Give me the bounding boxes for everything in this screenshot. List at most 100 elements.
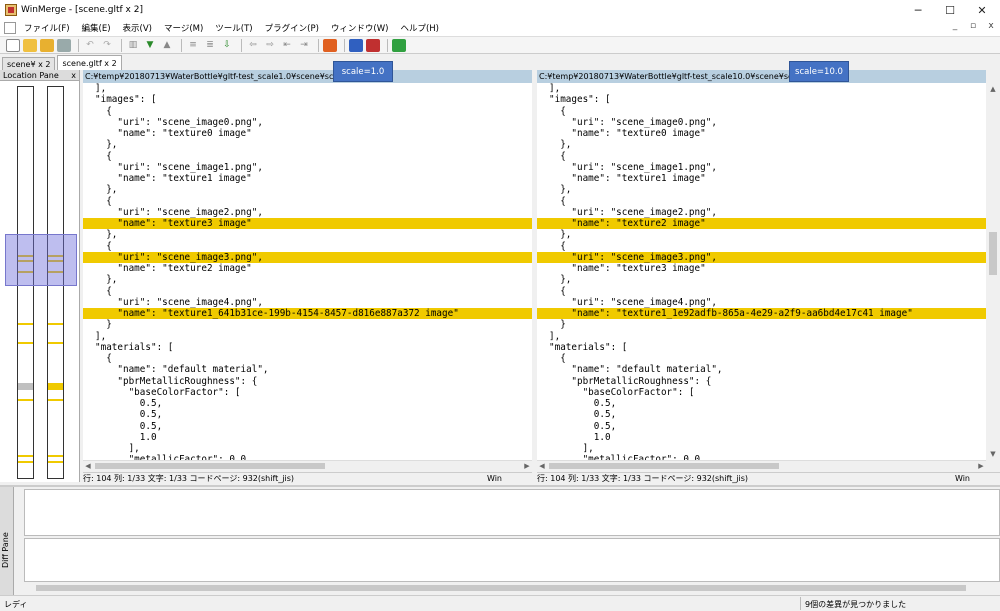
tab-scene-folder[interactable]: scene¥ x 2 <box>2 57 56 70</box>
code-line[interactable]: ], <box>537 83 986 94</box>
code-line[interactable]: { <box>537 151 986 162</box>
mdi-minimize-button[interactable]: _ <box>948 21 962 31</box>
code-line[interactable]: "uri": "scene_image2.png", <box>83 207 532 218</box>
code-line[interactable]: }, <box>537 229 986 240</box>
last-diff-icon[interactable]: ⇩ <box>220 39 234 52</box>
code-line[interactable]: "name": "texture0 image" <box>537 128 986 139</box>
code-line[interactable]: "pbrMetallicRoughness": { <box>537 376 986 387</box>
code-line[interactable]: { <box>537 353 986 364</box>
compare-icon[interactable]: ▥ <box>126 39 140 52</box>
prev-diff-icon[interactable]: ▲ <box>160 39 174 52</box>
code-line[interactable]: "name": "texture0 image" <box>83 128 532 139</box>
code-line[interactable]: "name": "texture2 image" <box>83 263 532 274</box>
menu-edit[interactable]: 編集(E) <box>76 22 117 34</box>
menu-help[interactable]: ヘルプ(H) <box>394 22 445 34</box>
plugin-icon[interactable] <box>349 38 363 52</box>
code-line[interactable]: "uri": "scene_image4.png", <box>537 297 986 308</box>
code-line[interactable]: "images": [ <box>537 94 986 105</box>
left-code-view[interactable]: ], "images": [ { "uri": "scene_image0.png… <box>83 83 532 460</box>
diff-pane-scroll-thumb[interactable] <box>36 585 966 591</box>
code-line[interactable]: }, <box>83 139 532 150</box>
diff-pane-right[interactable] <box>24 538 1000 582</box>
code-line[interactable]: } <box>537 319 986 330</box>
code-line[interactable]: { <box>537 286 986 297</box>
right-scroll-thumb[interactable] <box>549 463 779 469</box>
document-icon[interactable] <box>4 22 16 34</box>
left-horizontal-scrollbar[interactable]: ◀ ▶ <box>83 460 532 470</box>
code-line[interactable]: 1.0 <box>537 432 986 443</box>
code-line[interactable]: "name": "texture1_641b31ce-199b-4154-845… <box>83 308 532 319</box>
tab-scene-gltf[interactable]: scene.gltf x 2 <box>57 55 122 70</box>
diff-pane-scrollbar[interactable] <box>24 582 1000 593</box>
mdi-restore-button[interactable]: ▫ <box>966 21 980 31</box>
code-line[interactable]: "name": "texture3 image" <box>537 263 986 274</box>
redo-icon[interactable]: ↷ <box>100 39 114 52</box>
location-pane[interactable]: Location Pane x <box>0 70 80 482</box>
code-line[interactable]: "baseColorFactor": [ <box>537 387 986 398</box>
diff-pane-left[interactable] <box>24 489 1000 536</box>
code-line[interactable]: "name": "default material", <box>537 364 986 375</box>
menu-view[interactable]: 表示(V) <box>117 22 158 34</box>
code-line[interactable]: 0.5, <box>537 398 986 409</box>
code-line[interactable]: "images": [ <box>83 94 532 105</box>
options-icon[interactable] <box>323 38 337 52</box>
code-line[interactable]: 0.5, <box>83 409 532 420</box>
code-line[interactable]: "baseColorFactor": [ <box>83 387 532 398</box>
code-line[interactable]: "uri": "scene_image3.png", <box>537 251 986 263</box>
code-line[interactable]: "uri": "scene_image4.png", <box>83 297 532 308</box>
code-line[interactable]: { <box>83 241 532 252</box>
code-line[interactable]: }, <box>83 274 532 285</box>
new-icon[interactable] <box>6 38 20 52</box>
copy-right-advance-icon[interactable]: ⇥ <box>297 39 311 52</box>
code-line[interactable]: 0.5, <box>83 398 532 409</box>
code-line[interactable]: { <box>83 353 532 364</box>
copy-right-icon[interactable]: ⇨ <box>263 39 277 52</box>
mdi-close-button[interactable]: x <box>984 21 998 31</box>
code-line[interactable]: "name": "texture1 image" <box>537 173 986 184</box>
right-file-pane[interactable]: C:¥temp¥20180713¥WaterBottle¥gltf-test_s… <box>537 70 986 470</box>
code-line[interactable]: "name": "texture3 image" <box>83 218 532 229</box>
undo-icon[interactable]: ↶ <box>83 39 97 52</box>
code-line[interactable]: { <box>83 106 532 117</box>
code-line[interactable]: ], <box>83 83 532 94</box>
menu-merge[interactable]: マージ(M) <box>158 22 209 34</box>
refresh-icon[interactable] <box>392 38 406 52</box>
scroll-right-arrow[interactable]: ▶ <box>976 461 986 470</box>
code-line[interactable]: { <box>537 241 986 252</box>
plugin-settings-icon[interactable] <box>366 38 380 52</box>
code-line[interactable]: "materials": [ <box>83 342 532 353</box>
code-line[interactable]: { <box>83 196 532 207</box>
code-line[interactable]: }, <box>537 184 986 195</box>
diff-pane[interactable]: Diff Pane <box>0 485 1000 595</box>
copy-left-icon[interactable]: ⇦ <box>246 39 260 52</box>
winmerge-app-icon[interactable] <box>5 4 17 16</box>
code-line[interactable]: ], <box>537 443 986 454</box>
vertical-scroll-thumb[interactable] <box>989 232 997 275</box>
code-line[interactable]: 0.5, <box>83 421 532 432</box>
scroll-down-arrow[interactable]: ▼ <box>987 450 999 460</box>
code-line[interactable]: "name": "texture1_1e92adfb-865a-4e29-a2f… <box>537 308 986 319</box>
save-icon[interactable] <box>57 38 71 52</box>
menu-window[interactable]: ウィンドウ(W) <box>325 22 395 34</box>
code-line[interactable]: "uri": "scene_image3.png", <box>83 251 532 263</box>
scroll-left-arrow[interactable]: ◀ <box>83 461 93 470</box>
menu-tools[interactable]: ツール(T) <box>209 22 258 34</box>
first-diff-icon[interactable]: ≡ <box>186 39 200 52</box>
code-line[interactable]: "materials": [ <box>537 342 986 353</box>
code-line[interactable]: 0.5, <box>537 409 986 420</box>
code-line[interactable]: ], <box>83 443 532 454</box>
current-diff-icon[interactable]: ≣ <box>203 39 217 52</box>
open-folder-icon[interactable] <box>40 38 54 52</box>
code-line[interactable]: "uri": "scene_image1.png", <box>537 162 986 173</box>
code-line[interactable]: 1.0 <box>83 432 532 443</box>
code-line[interactable]: { <box>537 106 986 117</box>
right-horizontal-scrollbar[interactable]: ◀ ▶ <box>537 460 986 470</box>
close-button[interactable]: ✕ <box>962 0 1000 20</box>
code-line[interactable]: "uri": "scene_image0.png", <box>537 117 986 128</box>
scroll-left-arrow[interactable]: ◀ <box>537 461 547 470</box>
left-scroll-thumb[interactable] <box>95 463 325 469</box>
copy-left-advance-icon[interactable]: ⇤ <box>280 39 294 52</box>
code-line[interactable]: "pbrMetallicRoughness": { <box>83 376 532 387</box>
code-line[interactable]: { <box>83 286 532 297</box>
left-file-pane[interactable]: C:¥temp¥20180713¥WaterBottle¥gltf-test_s… <box>83 70 532 470</box>
